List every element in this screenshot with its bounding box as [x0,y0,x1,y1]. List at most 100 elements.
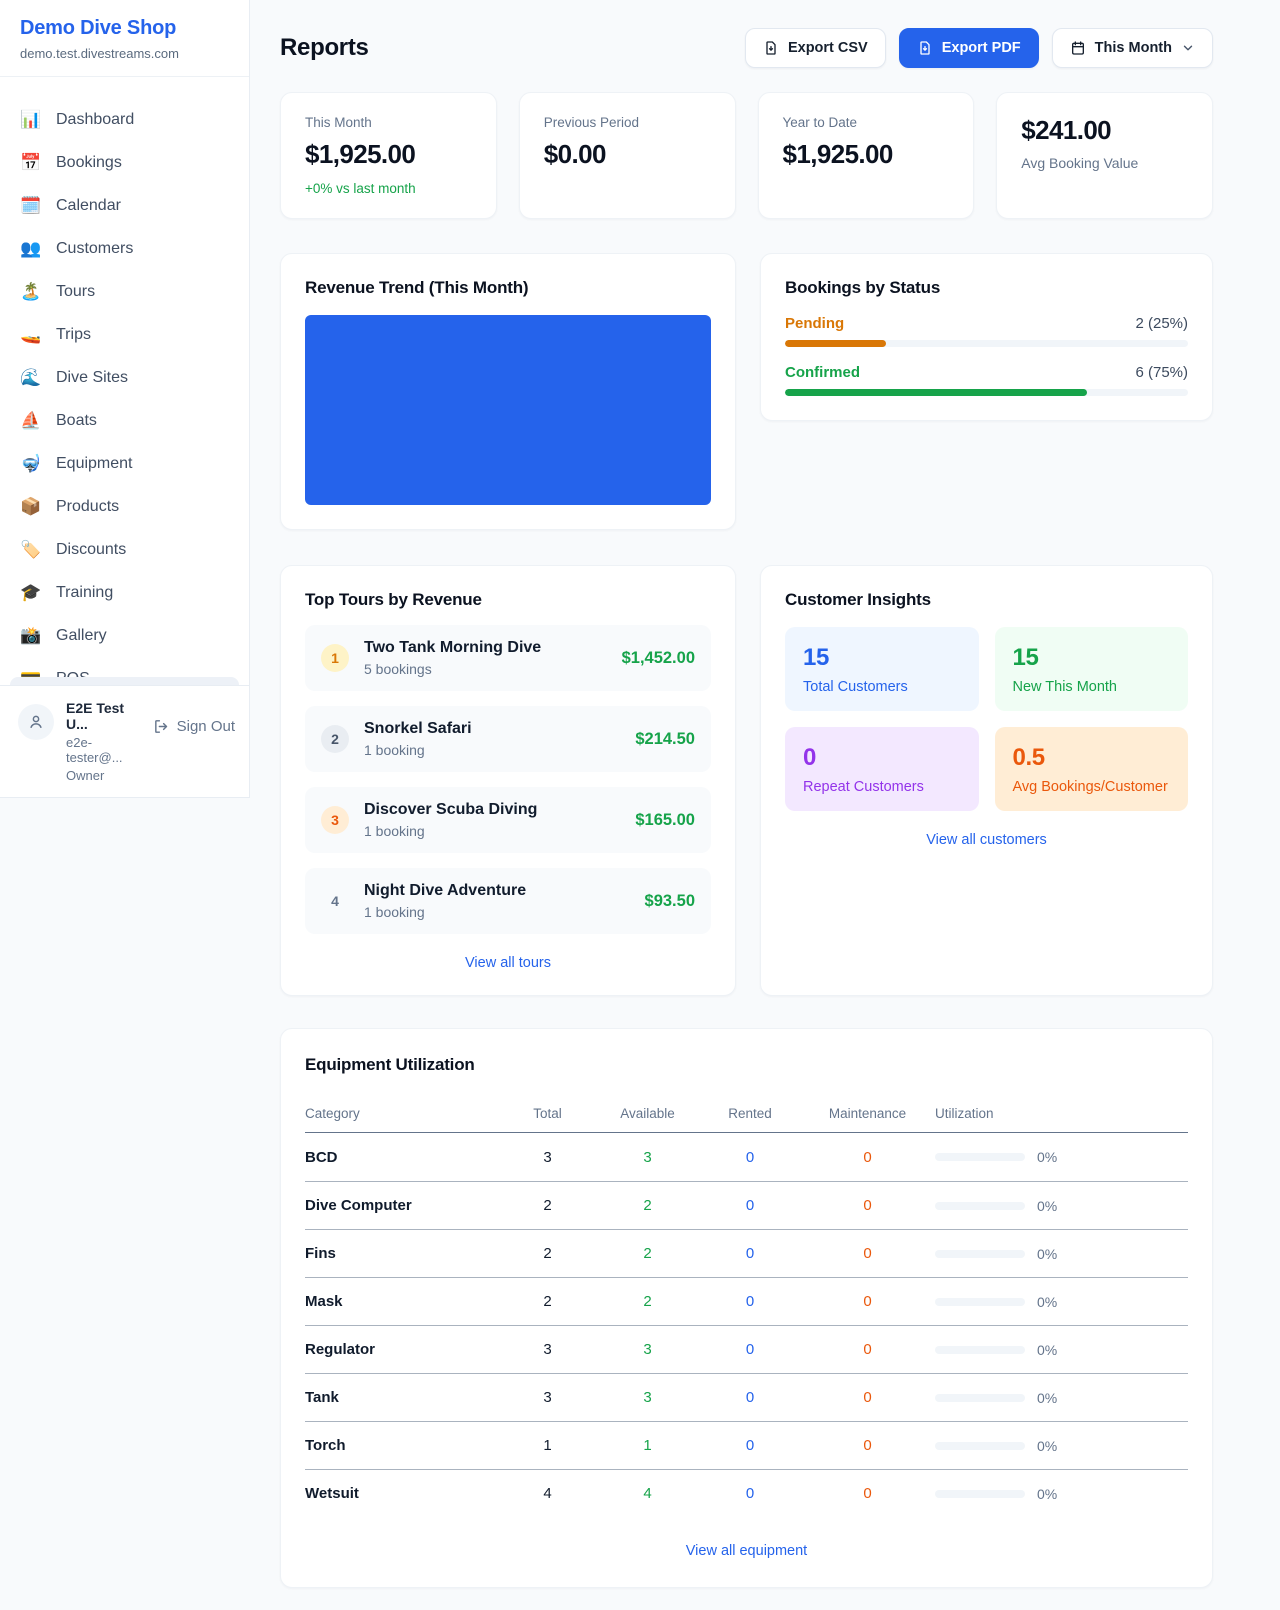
sidebar-nav-item[interactable]: 🌊 Dive Sites [0,356,249,399]
equipment-rented: 0 [700,1437,800,1454]
equipment-row: BCD 3 3 0 0 0% [305,1133,1188,1181]
sidebar-nav-item[interactable]: 📅 Bookings [0,141,249,184]
tour-revenue: $1,452.00 [622,649,695,668]
revenue-trend-card: Revenue Trend (This Month) [280,253,736,530]
equipment-available: 2 [595,1197,700,1214]
shop-name: Demo Dive Shop [20,17,229,40]
insight-value: 15 [803,644,961,672]
equipment-available: 1 [595,1437,700,1454]
main-content: Reports Export CSV Export PDF This Month [280,0,1213,1588]
stat-value: $0.00 [544,139,711,170]
col-rented: Rented [700,1106,800,1121]
user-name: E2E Test U... [66,700,141,732]
rank-badge: 2 [321,725,349,753]
equipment-maintenance: 0 [800,1293,935,1310]
equipment-maintenance: 0 [800,1149,935,1166]
user-role: Owner [66,768,141,783]
status-row: Confirmed 6 (75%) [785,364,1188,396]
equipment-utilization-card: Equipment Utilization Category Total Ava… [280,1028,1213,1588]
equipment-rented: 0 [700,1341,800,1358]
avatar [18,704,54,740]
rank-badge: 3 [321,806,349,834]
nav-item-label: Bookings [56,154,122,172]
utilization-bar-track [935,1250,1025,1258]
sidebar-header: Demo Dive Shop demo.test.divestreams.com [0,0,249,77]
export-csv-label: Export CSV [788,40,868,56]
rank-badge: 4 [321,887,349,915]
sidebar-nav-item[interactable]: 📊 Dashboard [0,98,249,141]
insight-tile: 0.5 Avg Bookings/Customer [995,727,1189,811]
export-pdf-button[interactable]: Export PDF [899,28,1039,68]
utilization-percent: 0% [1037,1486,1057,1502]
nav-item-label: Trips [56,326,91,344]
person-icon [27,713,45,731]
equipment-rented: 0 [700,1485,800,1502]
equipment-category: Regulator [305,1341,500,1358]
nav-item-icon: 🏝️ [20,282,42,302]
sidebar-nav-item[interactable]: 📸 Gallery [0,614,249,657]
shop-domain: demo.test.divestreams.com [20,46,229,61]
equipment-title: Equipment Utilization [305,1055,1188,1075]
customer-insights-card: Customer Insights 15 Total Customers 15 … [760,565,1213,996]
utilization-bar-track [935,1153,1025,1161]
user-email: e2e-tester@... [66,735,141,765]
tour-bookings: 1 booking [364,904,630,920]
chevron-down-icon [1181,41,1195,55]
top-tours-title: Top Tours by Revenue [305,590,711,610]
period-dropdown[interactable]: This Month [1052,28,1213,68]
nav-item-label: Equipment [56,455,133,473]
sidebar-nav-item[interactable]: 🗓️ Calendar [0,184,249,227]
equipment-maintenance: 0 [800,1197,935,1214]
header-actions: Export CSV Export PDF This Month [745,28,1213,68]
equipment-maintenance: 0 [800,1341,935,1358]
status-bar-track [785,389,1188,396]
sign-out-button[interactable]: Sign Out [153,718,235,735]
status-row: Pending 2 (25%) [785,315,1188,347]
insight-tile: 15 New This Month [995,627,1189,711]
equipment-category: Torch [305,1437,500,1454]
tour-revenue: $214.50 [635,730,695,749]
nav-item-icon: 🎓 [20,583,42,603]
stat-label: Year to Date [783,115,950,130]
sidebar-nav-item[interactable]: 👥 Customers [0,227,249,270]
utilization-bar-track [935,1202,1025,1210]
equipment-available: 4 [595,1485,700,1502]
equipment-available: 3 [595,1389,700,1406]
sidebar-nav-item[interactable]: 🎓 Training [0,571,249,614]
sidebar-nav-item[interactable]: 🏷️ Discounts [0,528,249,571]
equipment-category: Mask [305,1293,500,1310]
sidebar-nav-item[interactable]: ⛵ Boats [0,399,249,442]
status-bar-fill [785,340,886,347]
equipment-maintenance: 0 [800,1437,935,1454]
utilization-bar-track [935,1298,1025,1306]
sidebar-nav-item[interactable]: 🤿 Equipment [0,442,249,485]
view-all-customers-link[interactable]: View all customers [785,832,1188,848]
equipment-row: Tank 3 3 0 0 0% [305,1373,1188,1421]
tour-row: 2 Snorkel Safari 1 booking $214.50 [305,706,711,772]
insight-label: New This Month [1013,679,1171,695]
status-count: 6 (75%) [1135,364,1188,381]
stats-row: This Month $1,925.00 +0% vs last month P… [280,92,1213,219]
nav-item-icon: ⛵ [20,411,42,431]
insight-tile: 0 Repeat Customers [785,727,979,811]
nav-item-label: Products [56,498,119,516]
equipment-utilization-cell: 0% [935,1246,1188,1262]
file-download-icon [763,40,779,56]
equipment-total: 2 [500,1197,595,1214]
equipment-row: Mask 2 2 0 0 0% [305,1277,1188,1325]
view-all-equipment-link[interactable]: View all equipment [305,1543,1188,1559]
export-csv-button[interactable]: Export CSV [745,28,886,68]
equipment-category: Fins [305,1245,500,1262]
sidebar: Demo Dive Shop demo.test.divestreams.com… [0,0,250,798]
equipment-rented: 0 [700,1293,800,1310]
utilization-bar-track [935,1490,1025,1498]
sidebar-nav-item[interactable]: 🚤 Trips [0,313,249,356]
user-panel: E2E Test U... e2e-tester@... Owner Sign … [0,685,249,797]
tour-bookings: 1 booking [364,823,620,839]
sidebar-nav-item[interactable]: 🏝️ Tours [0,270,249,313]
equipment-rented: 0 [700,1197,800,1214]
view-all-tours-link[interactable]: View all tours [305,955,711,971]
sidebar-nav-item[interactable]: 📦 Products [0,485,249,528]
stat-card-previous-period: Previous Period $0.00 [519,92,736,219]
nav-item-label: Dive Sites [56,369,128,387]
